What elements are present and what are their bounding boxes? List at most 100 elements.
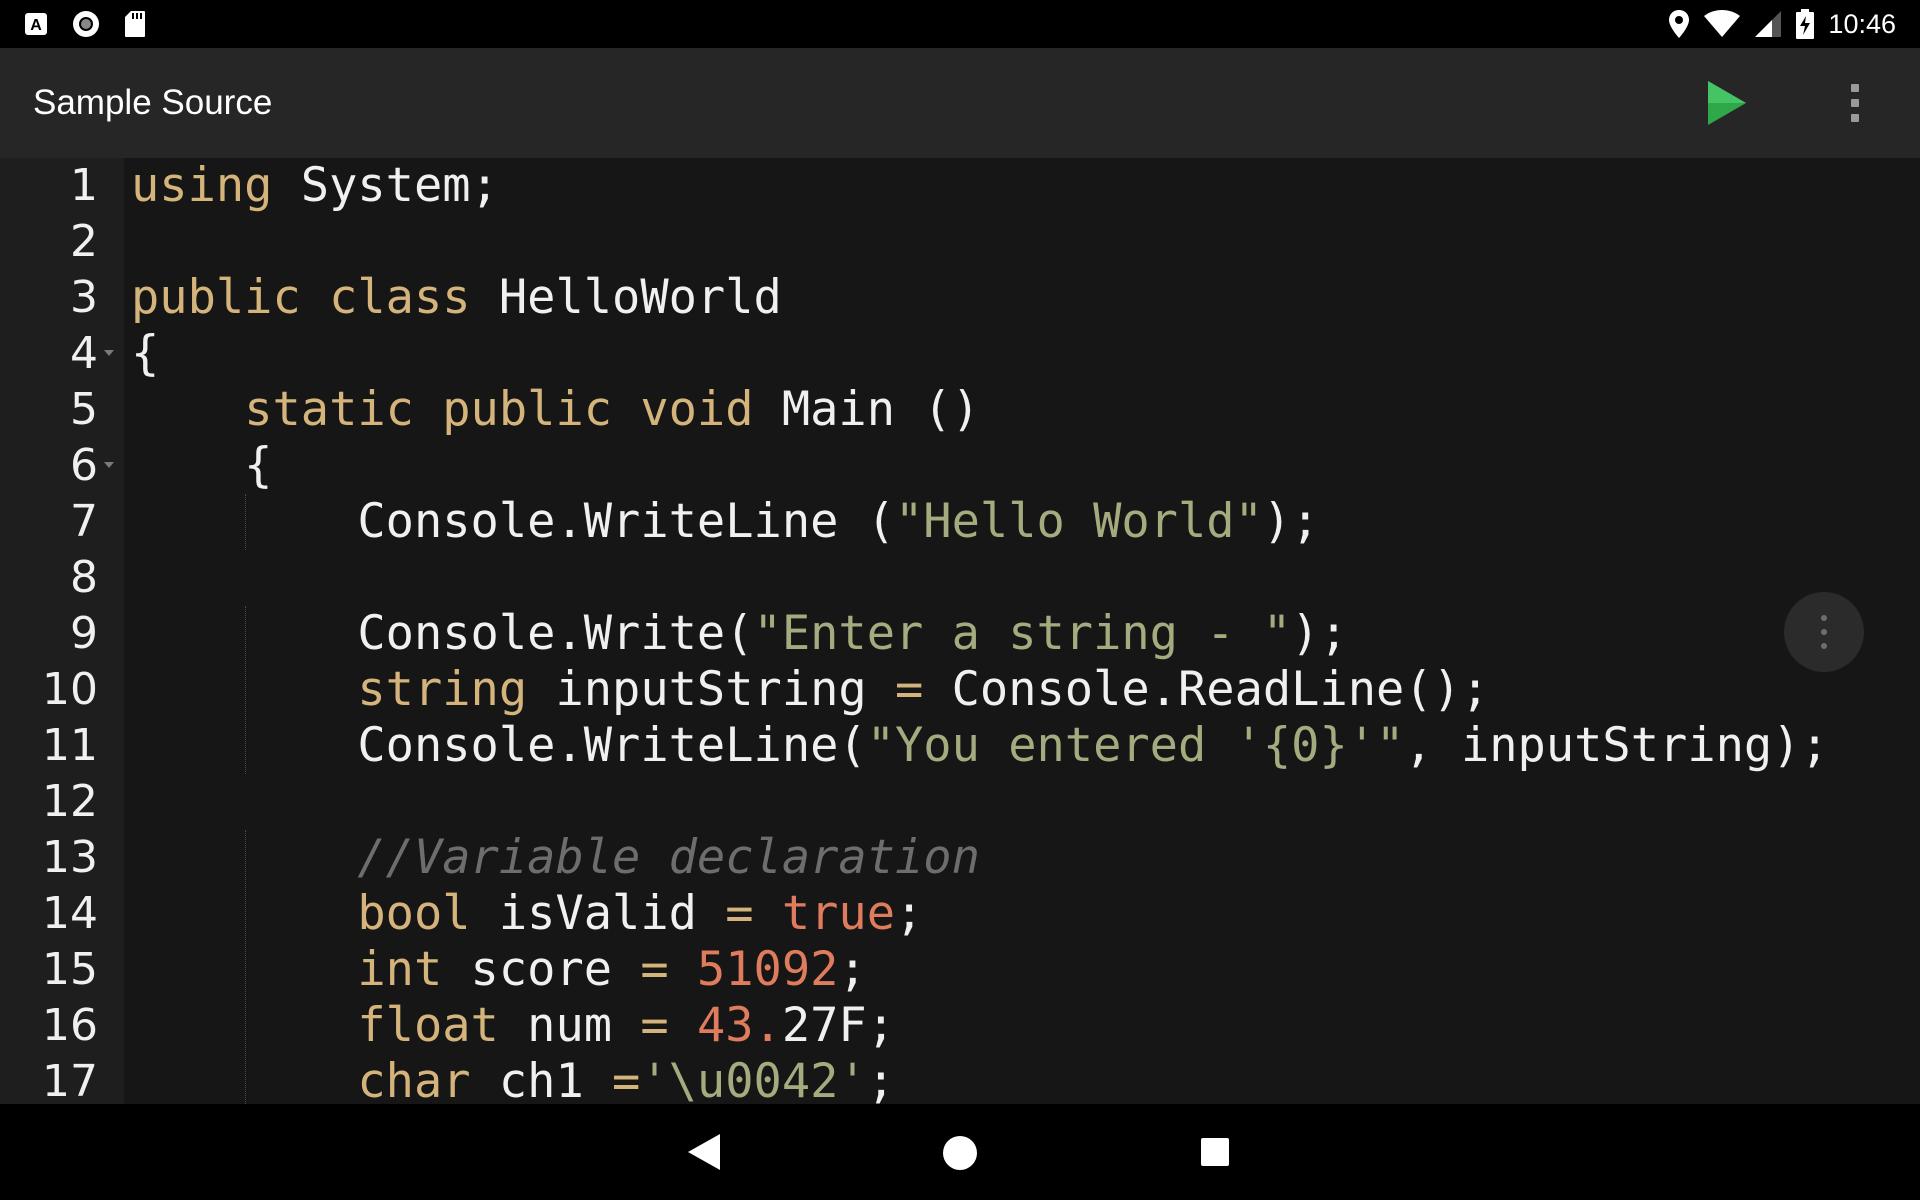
- code-token: Console.WriteLine (: [131, 494, 896, 549]
- code-token: ch1: [470, 1054, 613, 1104]
- line-number: 17: [42, 1056, 98, 1104]
- code-token: );: [1291, 606, 1348, 661]
- code-token: int: [357, 942, 443, 997]
- recents-icon: [1201, 1138, 1229, 1166]
- code-token: public: [442, 382, 613, 437]
- code-line[interactable]: 2: [0, 214, 1920, 270]
- code-token: void: [640, 382, 754, 437]
- a-notification-icon: A: [25, 13, 47, 35]
- code-token: "Enter a string - ": [753, 606, 1292, 661]
- status-right-icons: 10:46: [1668, 9, 1896, 40]
- code-token: );: [1262, 494, 1320, 549]
- code-token: HelloWorld: [470, 270, 782, 325]
- location-icon: [1669, 10, 1690, 38]
- overflow-menu-button[interactable]: [1840, 78, 1870, 128]
- signal-icon: [1755, 11, 1782, 37]
- code-line[interactable]: 6 {: [0, 438, 1920, 494]
- code-line[interactable]: 7 Console.WriteLine ("Hello World");: [0, 494, 1920, 550]
- code-token: =: [640, 998, 669, 1053]
- code-token: float: [357, 998, 499, 1053]
- home-icon: [943, 1136, 977, 1170]
- more-vertical-icon: [1851, 84, 1859, 92]
- line-number: 14: [42, 888, 98, 939]
- line-number: 11: [42, 720, 98, 771]
- code-line[interactable]: 11 Console.WriteLine("You entered '{0}'"…: [0, 718, 1920, 774]
- code-line[interactable]: 4{: [0, 326, 1920, 382]
- line-number: 16: [42, 1000, 98, 1051]
- code-line[interactable]: 12: [0, 774, 1920, 830]
- code-token: =: [612, 1054, 641, 1104]
- line-number: 10: [42, 664, 98, 715]
- svg-text:A: A: [30, 17, 42, 34]
- fold-arrow-icon[interactable]: [104, 462, 114, 468]
- record-icon: [73, 11, 99, 37]
- code-line[interactable]: 10 string inputString = Console.ReadLine…: [0, 662, 1920, 718]
- code-line[interactable]: 17 char ch1 ='\u0042';: [0, 1054, 1920, 1104]
- code-token: =: [640, 942, 669, 997]
- recents-button[interactable]: [1199, 1136, 1231, 1173]
- more-vertical-icon: [1821, 615, 1827, 621]
- battery-charging-icon: [1796, 9, 1815, 39]
- code-token: "Hello World": [895, 494, 1263, 549]
- code-line[interactable]: 8: [0, 550, 1920, 606]
- line-number: 8: [70, 552, 98, 603]
- editor-options-fab[interactable]: [1784, 592, 1864, 672]
- code-line[interactable]: 1 using System;: [0, 158, 1920, 214]
- code-token: isValid: [470, 886, 726, 941]
- fold-arrow-icon[interactable]: [104, 350, 114, 356]
- code-text: {: [131, 326, 159, 382]
- code-token: num: [498, 998, 641, 1053]
- code-token: class: [329, 270, 471, 325]
- code-line[interactable]: 9 Console.Write("Enter a string - ");: [0, 606, 1920, 662]
- code-token: System;: [272, 158, 499, 213]
- code-token: {: [131, 438, 273, 493]
- code-text: //Variable declaration: [131, 830, 980, 886]
- code-text: int score = 51092;: [131, 942, 866, 998]
- code-token: char: [357, 1054, 471, 1104]
- line-number: 2: [70, 216, 98, 267]
- code-text: bool isValid = true;: [131, 886, 923, 942]
- code-text: Console.WriteLine ("Hello World");: [131, 494, 1319, 550]
- code-line[interactable]: 16 float num = 43.27F;: [0, 998, 1920, 1054]
- code-token: inputString: [527, 662, 896, 717]
- code-text: {: [131, 438, 272, 494]
- code-token: '\u0042': [640, 1054, 867, 1104]
- line-number: 4: [70, 328, 98, 379]
- code-text: char ch1 ='\u0042';: [131, 1054, 895, 1104]
- code-token: bool: [357, 886, 471, 941]
- app-bar: Sample Source: [0, 48, 1920, 158]
- code-line[interactable]: 5 static public void Main (): [0, 382, 1920, 438]
- code-token: =: [895, 662, 924, 717]
- code-line[interactable]: 13 //Variable declaration: [0, 830, 1920, 886]
- navigation-bar: [0, 1104, 1920, 1200]
- line-number: 3: [70, 272, 98, 323]
- code-line[interactable]: 14 bool isValid = true;: [0, 886, 1920, 942]
- code-line[interactable]: 3 public class HelloWorld: [0, 270, 1920, 326]
- code-line[interactable]: 15 int score = 51092;: [0, 942, 1920, 998]
- back-button[interactable]: [684, 1130, 724, 1179]
- code-token: 27F;: [781, 998, 896, 1053]
- code-editor[interactable]: 1 using System; 2 3 public class HelloWorld 4…: [0, 158, 1920, 1104]
- code-token: 43.: [696, 998, 782, 1053]
- code-token: 51092: [696, 942, 839, 997]
- code-text: static public void Main (): [131, 382, 980, 438]
- status-left-icons: A: [24, 10, 146, 38]
- home-button[interactable]: [941, 1134, 979, 1177]
- play-icon: [1708, 81, 1746, 125]
- app-title: Sample Source: [33, 83, 273, 122]
- back-icon: [688, 1134, 720, 1170]
- code-text: using System;: [131, 158, 499, 214]
- code-token: score: [442, 942, 641, 997]
- run-button[interactable]: [1702, 78, 1752, 128]
- code-token: {: [131, 326, 160, 381]
- code-token: Main (): [753, 382, 980, 437]
